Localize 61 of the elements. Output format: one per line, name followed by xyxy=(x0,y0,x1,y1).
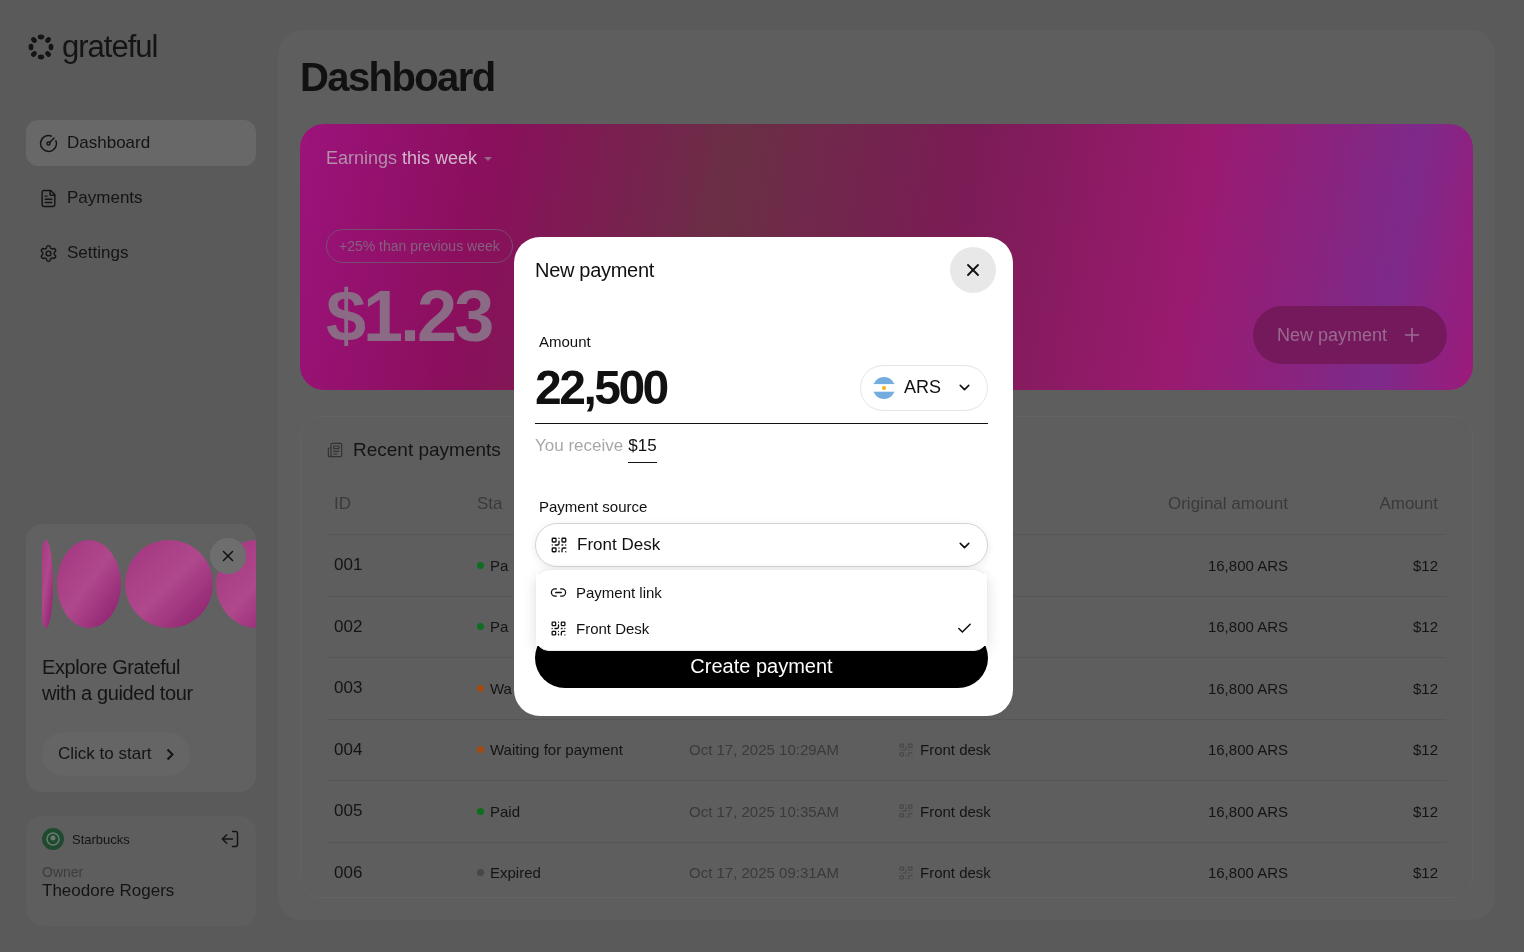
receive-value: $15 xyxy=(628,436,657,463)
settings-icon xyxy=(39,243,58,263)
table-cell: 002 xyxy=(334,616,363,637)
table-cell: $12 xyxy=(1412,802,1438,820)
qr-code-icon xyxy=(898,741,914,758)
business-name: Starbucks xyxy=(72,831,131,847)
field-label: Amount xyxy=(538,333,592,350)
table-cell: 16,800 ARS xyxy=(1207,618,1288,636)
qr-code-icon xyxy=(898,803,914,820)
receive-label: You receive xyxy=(535,436,624,456)
table-cell: $12 xyxy=(1412,618,1438,636)
table-cell: 003 xyxy=(334,678,363,699)
dialog-title: New payment xyxy=(535,258,654,282)
earnings-total: $1.23 xyxy=(326,277,492,355)
qr-code-icon xyxy=(550,536,568,554)
brand-name: grateful xyxy=(62,29,158,65)
table-cell: $12 xyxy=(1412,556,1438,574)
table-cell: Front desk xyxy=(920,864,991,882)
business-logo-icon xyxy=(42,828,64,850)
table-cell: $12 xyxy=(1412,864,1438,882)
table-cell: 16,800 ARS xyxy=(1207,802,1288,820)
table-cell: 16,800 ARS xyxy=(1207,864,1288,882)
source-select[interactable]: Front Desk xyxy=(535,523,988,567)
table-cell: $12 xyxy=(1412,679,1438,697)
amount-field[interactable]: 22,500 xyxy=(535,359,667,416)
chevron-right-icon xyxy=(165,747,174,761)
table-cell: $12 xyxy=(1412,741,1438,759)
table-cell: 004 xyxy=(334,739,363,760)
table-cell: 005 xyxy=(334,801,363,822)
period-selector[interactable]: Earnings this week xyxy=(326,148,478,169)
page-title: Dashboard xyxy=(300,54,496,101)
table-cell: Wa xyxy=(490,679,512,697)
tour-heading: Explore Grateful with a guided tour xyxy=(42,655,194,706)
document-icon xyxy=(39,188,58,208)
menu-option[interactable]: Payment link xyxy=(536,574,987,610)
table-cell: 16,800 ARS xyxy=(1207,741,1288,759)
caret-icon xyxy=(483,155,494,162)
field-label: Payment source xyxy=(538,498,649,515)
section-title: Recent payments xyxy=(353,439,501,461)
table-cell: Expired xyxy=(490,864,541,882)
table-cell: Front desk xyxy=(920,741,991,759)
user-name: Theodore Rogers xyxy=(42,881,176,901)
logout-icon[interactable] xyxy=(220,829,240,849)
qr-code-icon xyxy=(898,864,914,881)
table-cell: Front desk xyxy=(920,802,991,820)
gauge-icon xyxy=(39,133,58,153)
document-icon xyxy=(327,442,343,458)
table-cell: Pa xyxy=(490,618,509,636)
table-cell: 006 xyxy=(334,862,363,883)
table-cell: Waiting for payment xyxy=(490,741,623,759)
table-cell: Pa xyxy=(490,556,509,574)
qr-code-icon xyxy=(550,619,567,637)
table-cell: 001 xyxy=(334,555,363,576)
table-cell: Paid xyxy=(490,802,521,820)
menu-option[interactable]: Front Desk xyxy=(536,610,987,646)
currency-selector[interactable]: ARS xyxy=(860,364,988,411)
close-button[interactable] xyxy=(950,247,996,293)
table-cell: 16,800 ARS xyxy=(1207,679,1288,697)
logo-icon xyxy=(26,32,56,62)
table-cell: 16,800 ARS xyxy=(1207,556,1288,574)
flag-icon xyxy=(873,376,895,399)
